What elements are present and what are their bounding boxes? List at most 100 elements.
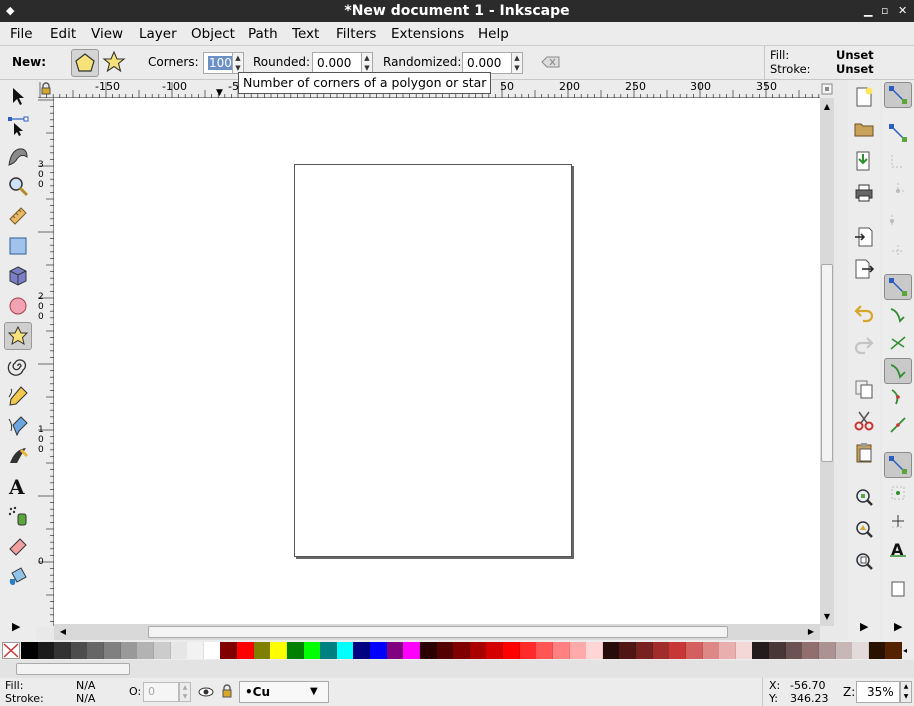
- menu-layer[interactable]: Layer: [139, 26, 177, 42]
- snap-cusp-toggle[interactable]: [884, 358, 912, 384]
- color-swatch[interactable]: [253, 642, 271, 659]
- open-button[interactable]: [850, 116, 878, 142]
- color-swatch[interactable]: [669, 642, 687, 659]
- redo-button[interactable]: [850, 332, 878, 358]
- text-tool[interactable]: A: [4, 472, 32, 500]
- color-swatch[interactable]: [170, 642, 188, 659]
- color-swatch[interactable]: [403, 642, 421, 659]
- layer-visibility-icon[interactable]: [198, 684, 214, 700]
- spiral-tool[interactable]: [4, 352, 32, 380]
- ellipse-tool[interactable]: [4, 292, 32, 320]
- menu-file[interactable]: File: [10, 26, 33, 42]
- color-swatch[interactable]: [785, 642, 803, 659]
- scroll-down-button[interactable]: ▼: [820, 610, 834, 624]
- color-swatch[interactable]: [702, 642, 720, 659]
- close-button[interactable]: ✕: [898, 0, 907, 22]
- vertical-scroll-thumb[interactable]: [821, 264, 833, 462]
- zoom-spinner[interactable]: ▲ ▼: [900, 681, 912, 703]
- color-swatch[interactable]: [735, 642, 753, 659]
- snap-smooth-toggle[interactable]: [884, 384, 912, 410]
- color-swatch[interactable]: [652, 642, 670, 659]
- color-swatch[interactable]: [486, 642, 504, 659]
- snap-rotation-center-toggle[interactable]: [884, 508, 912, 534]
- rounded-input[interactable]: 0.000: [312, 52, 362, 74]
- color-swatch[interactable]: [503, 642, 521, 659]
- minimize-button[interactable]: ▁: [864, 0, 872, 22]
- style-stroke-value[interactable]: Unset: [836, 62, 874, 76]
- snap-page-border-toggle[interactable]: [884, 576, 912, 602]
- spray-tool[interactable]: [4, 502, 32, 530]
- color-swatch[interactable]: [336, 642, 354, 659]
- import-document-button[interactable]: [850, 224, 878, 250]
- color-swatch[interactable]: [386, 642, 404, 659]
- vertical-ruler[interactable]: 300 200 100 0: [36, 98, 54, 626]
- color-swatch[interactable]: [54, 642, 72, 659]
- paste-button[interactable]: [850, 440, 878, 466]
- color-swatch[interactable]: [569, 642, 587, 659]
- color-swatch[interactable]: [636, 642, 654, 659]
- window-menu-icon[interactable]: ◆: [6, 0, 14, 22]
- color-swatch[interactable]: [835, 642, 853, 659]
- palette-scroll-thumb[interactable]: [16, 663, 130, 675]
- color-swatch[interactable]: [885, 642, 903, 659]
- toolbox-more-arrow[interactable]: ▶: [12, 620, 20, 633]
- color-swatch[interactable]: [270, 642, 288, 659]
- color-swatch[interactable]: [552, 642, 570, 659]
- paint-bucket-tool[interactable]: [4, 562, 32, 590]
- color-swatch[interactable]: [370, 642, 388, 659]
- palette-scrollbar[interactable]: [0, 660, 914, 678]
- snap-midpoint-toggle[interactable]: [884, 412, 912, 438]
- commands-more-arrow[interactable]: ▶: [860, 620, 868, 633]
- print-button[interactable]: [850, 180, 878, 206]
- pencil-tool[interactable]: [4, 382, 32, 410]
- snap-enable-toggle[interactable]: [884, 82, 912, 108]
- menu-help[interactable]: Help: [478, 26, 509, 42]
- color-swatch[interactable]: [868, 642, 886, 659]
- vertical-scrollbar[interactable]: ▲ ▼: [820, 98, 834, 626]
- zoom-page-button[interactable]: [850, 548, 878, 574]
- pen-tool[interactable]: [4, 412, 32, 440]
- tweak-tool[interactable]: [4, 142, 32, 170]
- scroll-right-button[interactable]: ▶: [804, 625, 818, 639]
- color-swatch[interactable]: [120, 642, 138, 659]
- snap-object-center-toggle[interactable]: [884, 480, 912, 506]
- color-swatch[interactable]: [453, 642, 471, 659]
- selector-tool[interactable]: [4, 82, 32, 110]
- calligraphy-tool[interactable]: [4, 442, 32, 470]
- randomized-spinner[interactable]: ▲ ▼: [511, 52, 523, 74]
- node-tool[interactable]: [4, 112, 32, 140]
- color-swatch[interactable]: [685, 642, 703, 659]
- rounded-spinner[interactable]: ▲ ▼: [361, 52, 373, 74]
- status-stroke-value[interactable]: N/A: [76, 692, 95, 705]
- color-swatch[interactable]: [519, 642, 537, 659]
- snap-bbox-edge-toggle[interactable]: [884, 148, 912, 174]
- zoom-input[interactable]: 35%: [856, 681, 900, 703]
- opacity-spinner[interactable]: ▲ ▼: [179, 682, 191, 702]
- scroll-left-button[interactable]: ◀: [56, 625, 70, 639]
- snap-more-arrow[interactable]: ▶: [894, 620, 902, 633]
- color-swatch[interactable]: [436, 642, 454, 659]
- layer-dropdown[interactable]: •Cu ▼: [239, 681, 329, 703]
- menu-filters[interactable]: Filters: [336, 26, 376, 42]
- menu-text[interactable]: Text: [292, 26, 319, 42]
- snap-bbox-toggle[interactable]: [884, 120, 912, 146]
- color-swatch[interactable]: [852, 642, 870, 659]
- eraser-tool[interactable]: [4, 532, 32, 560]
- color-swatch[interactable]: [187, 642, 205, 659]
- zoom-tool[interactable]: [4, 172, 32, 200]
- zoom-drawing-button[interactable]: [850, 516, 878, 542]
- menu-object[interactable]: Object: [191, 26, 235, 42]
- randomized-input[interactable]: 0.000: [462, 52, 512, 74]
- color-swatch[interactable]: [237, 642, 255, 659]
- color-swatch[interactable]: [619, 642, 637, 659]
- copy-button[interactable]: [850, 376, 878, 402]
- snap-intersection-toggle[interactable]: [884, 330, 912, 356]
- status-fill-value[interactable]: N/A: [76, 679, 95, 692]
- color-swatch[interactable]: [220, 642, 238, 659]
- color-swatch[interactable]: [818, 642, 836, 659]
- color-swatch[interactable]: [469, 642, 487, 659]
- color-swatch[interactable]: [21, 642, 38, 659]
- corners-spinner[interactable]: ▲ ▼: [232, 52, 244, 74]
- snap-path-toggle[interactable]: [884, 302, 912, 328]
- opacity-input[interactable]: 0: [143, 682, 179, 702]
